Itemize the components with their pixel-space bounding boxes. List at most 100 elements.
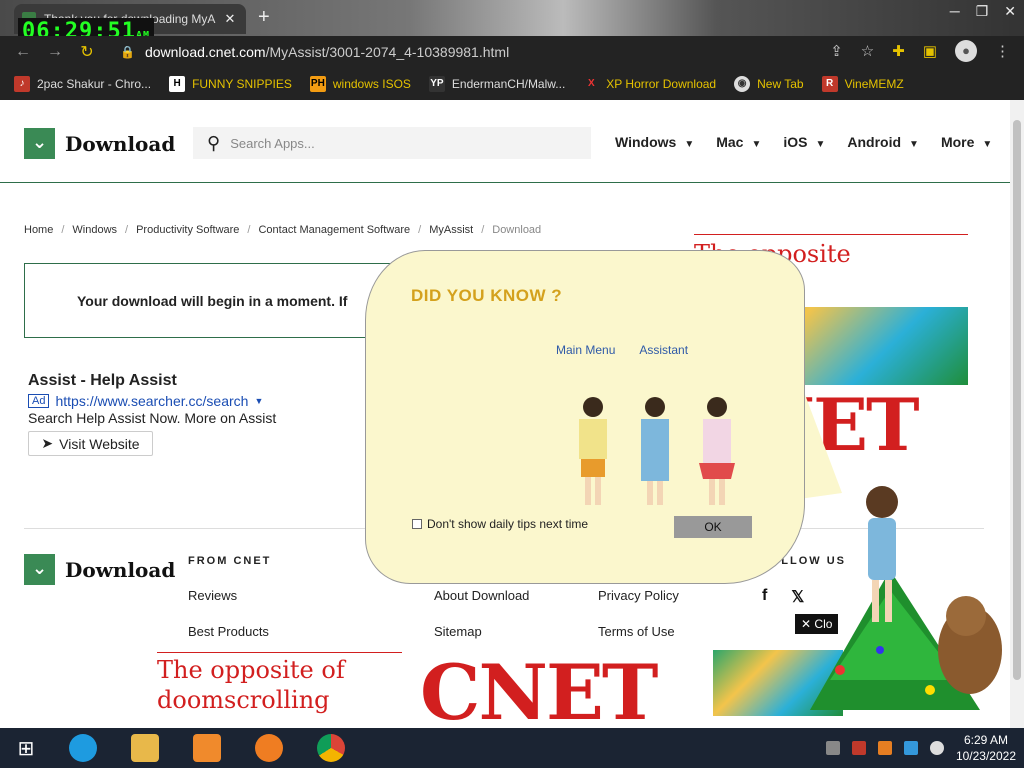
ok-button[interactable]: OK — [674, 516, 752, 538]
forward-icon[interactable]: → — [46, 43, 64, 61]
tray-app-icon[interactable] — [825, 741, 840, 755]
footer-link-best-products[interactable]: Best Products — [188, 624, 269, 639]
tip-tabs: Main Menu Assistant — [556, 343, 688, 357]
bottom-ad-headline: The opposite of doomscrolling — [157, 656, 345, 714]
profile-avatar-icon[interactable]: ● — [955, 40, 977, 62]
character-blue-dress — [641, 397, 669, 505]
maximize-icon[interactable]: ❐ — [976, 3, 989, 20]
minimize-icon[interactable]: ─ — [950, 3, 960, 20]
chevron-down-icon: ▼ — [909, 139, 919, 150]
internet-explorer-icon[interactable] — [52, 728, 114, 768]
bookmarks-bar: ♪ 2pac Shakur - Chro... H FUNNY SNIPPIES P… — [0, 68, 1024, 100]
tray-time: 6:29 AM — [963, 733, 1008, 747]
arrow-right-icon: ➤ — [41, 435, 54, 451]
nav-mac[interactable]: Mac ▼ — [716, 134, 761, 150]
bookmark-item[interactable]: PH windows ISOS — [309, 76, 411, 92]
breadcrumb-home[interactable]: Home — [24, 224, 53, 236]
download-logo-icon: ⌄ — [24, 128, 55, 159]
bottom-ad-cnet-logo[interactable]: CNET — [420, 650, 658, 729]
chevron-down-icon: ▼ — [254, 396, 264, 406]
page-scrollbar[interactable] — [1010, 100, 1024, 728]
system-tray: 6:29 AM 10/23/2022 — [825, 728, 1016, 768]
lock-icon: 🔒 — [120, 45, 135, 59]
site-header: ⌄ Download ⚲ Search Apps... Windows ▼ Mac… — [0, 100, 1010, 183]
footer-link-sitemap[interactable]: Sitemap — [434, 624, 482, 639]
footer-link-reviews[interactable]: Reviews — [188, 588, 237, 603]
footer-link-privacy[interactable]: Privacy Policy — [598, 588, 679, 603]
browser-toolbar: ← → ↻ 🔒 download.cnet.com/MyAssist/3001-… — [0, 36, 1024, 68]
bookmark-item[interactable]: ◉ New Tab — [734, 76, 804, 92]
search-icon: ⚲ — [207, 132, 221, 153]
ad-badge: Ad — [28, 394, 50, 408]
footer-logo[interactable]: ⌄ Download — [24, 554, 175, 585]
share-icon[interactable]: ⇪ — [830, 42, 843, 60]
dont-show-checkbox[interactable]: Don't show daily tips next time — [412, 517, 588, 531]
breadcrumb-myassist[interactable]: MyAssist — [429, 224, 473, 236]
close-tab-icon[interactable]: ✕ — [222, 11, 238, 27]
tray-date: 10/23/2022 — [955, 749, 1016, 763]
christmas-tree-mascot — [810, 486, 1002, 710]
windows-start-icon[interactable]: ⊞ — [0, 728, 52, 768]
tab-main-menu[interactable]: Main Menu — [556, 343, 615, 357]
tray-clock[interactable]: 6:29 AM 10/23/2022 — [956, 732, 1016, 764]
chevron-down-icon: ▼ — [982, 139, 993, 150]
uc-browser-icon[interactable] — [238, 728, 300, 768]
character-pink-dress — [699, 397, 735, 505]
back-icon[interactable]: ← — [14, 43, 32, 61]
tray-antivirus-icon[interactable] — [851, 741, 866, 755]
checkbox[interactable] — [412, 519, 422, 529]
chevron-down-icon: ▼ — [815, 139, 826, 150]
site-nav: Windows ▼ Mac ▼ iOS ▼ Android ▼ More ▼ — [615, 134, 992, 150]
footer-heading-from: FROM CNET — [188, 555, 272, 567]
facebook-icon[interactable]: f — [762, 587, 767, 607]
tray-volume-icon[interactable] — [929, 741, 944, 755]
chevron-down-icon: ▼ — [684, 139, 695, 150]
address-bar[interactable]: 🔒 download.cnet.com/MyAssist/3001-2074_4… — [110, 39, 890, 65]
breadcrumb-productivity[interactable]: Productivity Software — [136, 224, 239, 236]
search-input[interactable]: ⚲ Search Apps... — [193, 127, 591, 159]
tip-title: DID YOU KNOW ? — [411, 286, 563, 305]
bookmark-favicon-icon: ◉ — [734, 76, 751, 92]
side-panel-icon[interactable]: ▣ — [923, 42, 937, 60]
ad-url[interactable]: Ad https://www.searcher.cc/search ▼ — [28, 393, 263, 409]
bookmark-favicon-icon: X — [587, 78, 595, 89]
chevron-down-icon: ▼ — [751, 139, 762, 150]
bookmark-item[interactable]: H FUNNY SNIPPIES — [169, 76, 292, 92]
visit-website-button[interactable]: ➤ Visit Website — [28, 431, 153, 456]
close-window-icon[interactable]: ✕ — [1004, 3, 1016, 20]
download-logo-icon: ⌄ — [24, 554, 55, 585]
nav-android[interactable]: Android ▼ — [847, 134, 919, 150]
bookmark-favicon-icon: PH — [309, 76, 326, 92]
tab-assistant[interactable]: Assistant — [639, 343, 688, 357]
bottom-ad[interactable]: The opposite of doomscrolling — [157, 652, 402, 728]
breadcrumb-windows[interactable]: Windows — [72, 224, 117, 236]
tray-search-icon[interactable] — [877, 741, 892, 755]
reload-icon[interactable]: ↻ — [78, 42, 96, 62]
footer-link-terms[interactable]: Terms of Use — [598, 624, 675, 639]
bookmark-item[interactable]: X XP Horror Download — [583, 76, 716, 92]
nav-windows[interactable]: Windows ▼ — [615, 134, 694, 150]
star-icon[interactable]: ☆ — [861, 42, 874, 60]
download-notice: Your download will begin in a moment. If — [24, 263, 404, 338]
menu-kebab-icon[interactable]: ⋮ — [995, 42, 1010, 60]
footer-link-about[interactable]: About Download — [434, 588, 529, 603]
bookmark-item[interactable]: YP EndermanCH/Malw... — [428, 76, 565, 92]
extensions-icon[interactable]: ✚ — [892, 42, 905, 60]
character-yellow-outfit — [579, 397, 607, 505]
character-outfit-images — [579, 397, 735, 505]
bookmark-item[interactable]: R VineMEMZ — [821, 76, 904, 92]
tray-network-icon[interactable] — [903, 741, 918, 755]
bookmark-item[interactable]: ♪ 2pac Shakur - Chro... — [14, 76, 151, 92]
new-tab-button[interactable]: + — [258, 6, 270, 29]
scrollbar-thumb[interactable] — [1013, 120, 1021, 680]
breadcrumb-current: Download — [492, 224, 542, 236]
nav-more[interactable]: More ▼ — [941, 134, 992, 150]
ad-title[interactable]: Assist - Help Assist — [28, 372, 177, 390]
toolbar-right: ⇪ ☆ ✚ ▣ ● ⋮ — [830, 40, 1010, 62]
nav-ios[interactable]: iOS ▼ — [783, 134, 825, 150]
chrome-icon[interactable] — [300, 728, 362, 768]
file-explorer-icon[interactable] — [114, 728, 176, 768]
site-logo[interactable]: ⌄ Download — [24, 128, 175, 159]
breadcrumb-contact[interactable]: Contact Management Software — [258, 224, 410, 236]
media-player-icon[interactable] — [176, 728, 238, 768]
